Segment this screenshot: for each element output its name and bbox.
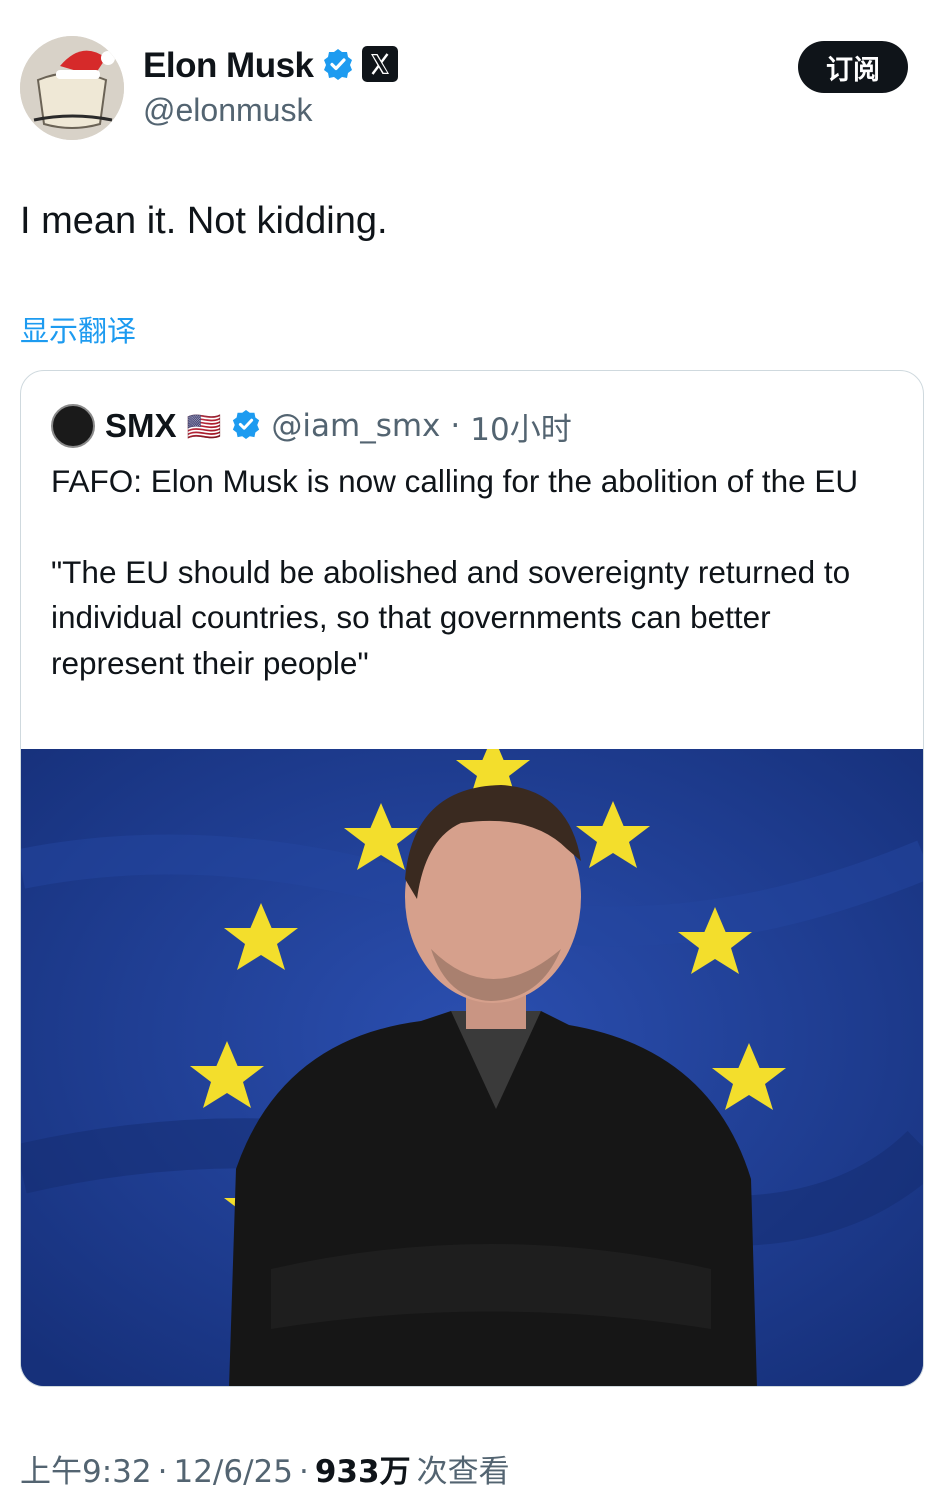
separator-dot: · [299, 1454, 309, 1490]
separator-dot: · [450, 408, 461, 444]
author-handle[interactable]: @elonmusk [143, 92, 312, 129]
quoted-tweet-card[interactable]: SMX 🇺🇸 @iam_smx · 10小时 FAFO: Elon Musk i… [20, 370, 924, 1387]
verified-badge-icon [231, 409, 261, 444]
tweet-meta: 上午9:32 · 12/6/25 · 933万 次查看 [20, 1446, 510, 1491]
view-count: 933万 [314, 1454, 411, 1490]
quoted-author-avatar[interactable] [51, 404, 95, 448]
quoted-tweet-text: FAFO: Elon Musk is now calling for the a… [51, 459, 911, 686]
quoted-author-name[interactable]: SMX [105, 407, 177, 445]
quoted-tweet-line-2: "The EU should be abolished and sovereig… [51, 553, 851, 681]
author-name[interactable]: Elon Musk [143, 46, 314, 86]
us-flag-icon: 🇺🇸 [186, 410, 222, 442]
quoted-tweet-line-1: FAFO: Elon Musk is now calling for the a… [51, 463, 859, 499]
author-avatar[interactable] [20, 36, 124, 140]
quoted-tweet-header: SMX 🇺🇸 @iam_smx · 10小时 [51, 403, 572, 449]
quoted-tweet-image[interactable] [21, 735, 923, 1386]
avatar-santa-hat-icon [20, 36, 124, 140]
tweet-time[interactable]: 上午9:32 [20, 1446, 152, 1491]
show-translation-link[interactable]: 显示翻译 [20, 308, 136, 350]
author-name-row: Elon Musk [143, 44, 398, 88]
quoted-tweet-time[interactable]: 10小时 [470, 404, 571, 449]
tweet-text: I mean it. Not kidding. [20, 200, 388, 242]
view-count-label: 次查看 [416, 1454, 510, 1490]
eu-flag-photo-icon [21, 735, 923, 1386]
tweet-date[interactable]: 12/6/25 [173, 1454, 293, 1490]
quoted-author-handle[interactable]: @iam_smx [271, 408, 440, 444]
subscribe-button[interactable]: 订阅 [798, 41, 908, 93]
separator-dot: · [157, 1454, 168, 1490]
x-logo-icon [361, 45, 398, 87]
verified-badge-icon [322, 48, 354, 85]
